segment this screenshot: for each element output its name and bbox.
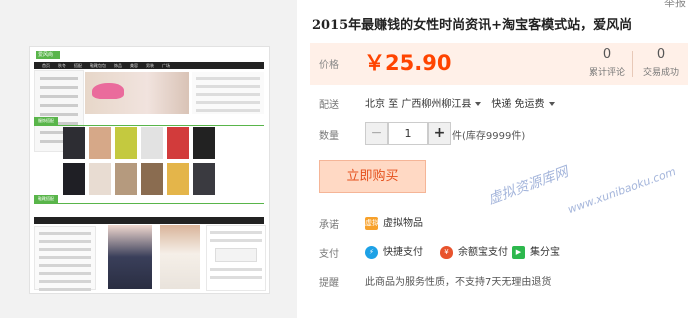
payment-quick: ⚡ 快捷支付 [365, 243, 423, 259]
money-bag-icon: ¥ [440, 245, 453, 259]
destination-select[interactable]: 广西柳州柳江县 [401, 99, 471, 110]
quick-pay-icon: ⚡ [365, 245, 378, 259]
price-label: 价格 [319, 60, 339, 71]
shipping-select[interactable]: 快递 免运费 [491, 99, 544, 110]
preview-nav: 首页 秋冬 搭配 鞋靴包包 饰品 美容 男装 广场 [34, 62, 264, 69]
quantity-input[interactable]: 1 [388, 122, 428, 145]
preview-model-image [108, 225, 152, 289]
preview-section-header: 服饰搭配 [34, 117, 264, 126]
preview-shoe-image [92, 83, 124, 99]
preview-news-list [192, 72, 264, 114]
quantity-label: 数量 [319, 131, 339, 142]
chevron-down-icon[interactable] [548, 102, 555, 106]
review-count[interactable]: 0 累计评论 [582, 47, 632, 78]
notice-label: 提醒 [319, 278, 339, 289]
preview-logo: 爱风尚 [36, 51, 60, 59]
payment-label: 支付 [319, 249, 339, 260]
service-item: 虚拟 虚拟物品 [365, 216, 423, 230]
points-icon: ▶ [512, 245, 525, 259]
notice-text: 此商品为服务性质，不支持7天无理由退货 [365, 277, 552, 288]
decrease-quantity-button[interactable]: − [365, 122, 388, 145]
price-panel: 价格 ￥25.90 0 累计评论 0 交易成功 [310, 43, 688, 85]
payment-yuebao: ¥ 余额宝支付 [440, 243, 508, 259]
preview-model-image-2 [160, 225, 200, 289]
watermark-cn: 虚拟资源库网 [486, 164, 571, 208]
payment-jifenbao: ▶ 集分宝 [512, 243, 560, 259]
virtual-goods-icon: 虚拟 [365, 216, 379, 230]
increase-quantity-button[interactable]: + [428, 122, 451, 145]
stock-info: 件(库存9999件) [452, 131, 526, 142]
preview-section-header-2: 鞋靴搭配 [34, 195, 264, 204]
product-title: 2015年最赚钱的女性时尚资讯+淘宝客模式站，爱风尚 [312, 18, 633, 33]
sales-count[interactable]: 0 交易成功 [636, 47, 686, 78]
delivery-label: 配送 [319, 100, 339, 111]
preview-cosmetics-panel [206, 225, 266, 291]
product-preview-image[interactable]: 爱风尚 首页 秋冬 搭配 鞋靴包包 饰品 美容 男装 广场 服饰搭配 鞋靴搭配 [29, 46, 270, 294]
report-link[interactable]: 举报 [664, 0, 686, 10]
preview-nav-2 [34, 217, 264, 224]
chevron-down-icon[interactable] [475, 102, 482, 106]
delivery-selector: 北京 至 广西柳州柳江县 快递 免运费 [365, 95, 565, 110]
stat-divider [632, 51, 633, 77]
price-value: ￥25.90 [364, 51, 452, 75]
buy-now-button[interactable]: 立即购买 [319, 160, 426, 193]
watermark-url: www.xunibaoku.com [566, 164, 678, 217]
product-gallery: 爱风尚 首页 秋冬 搭配 鞋靴包包 饰品 美容 男装 广场 服饰搭配 鞋靴搭配 [0, 0, 297, 318]
preview-sidebar-2 [34, 226, 96, 291]
service-label: 承诺 [319, 220, 339, 231]
